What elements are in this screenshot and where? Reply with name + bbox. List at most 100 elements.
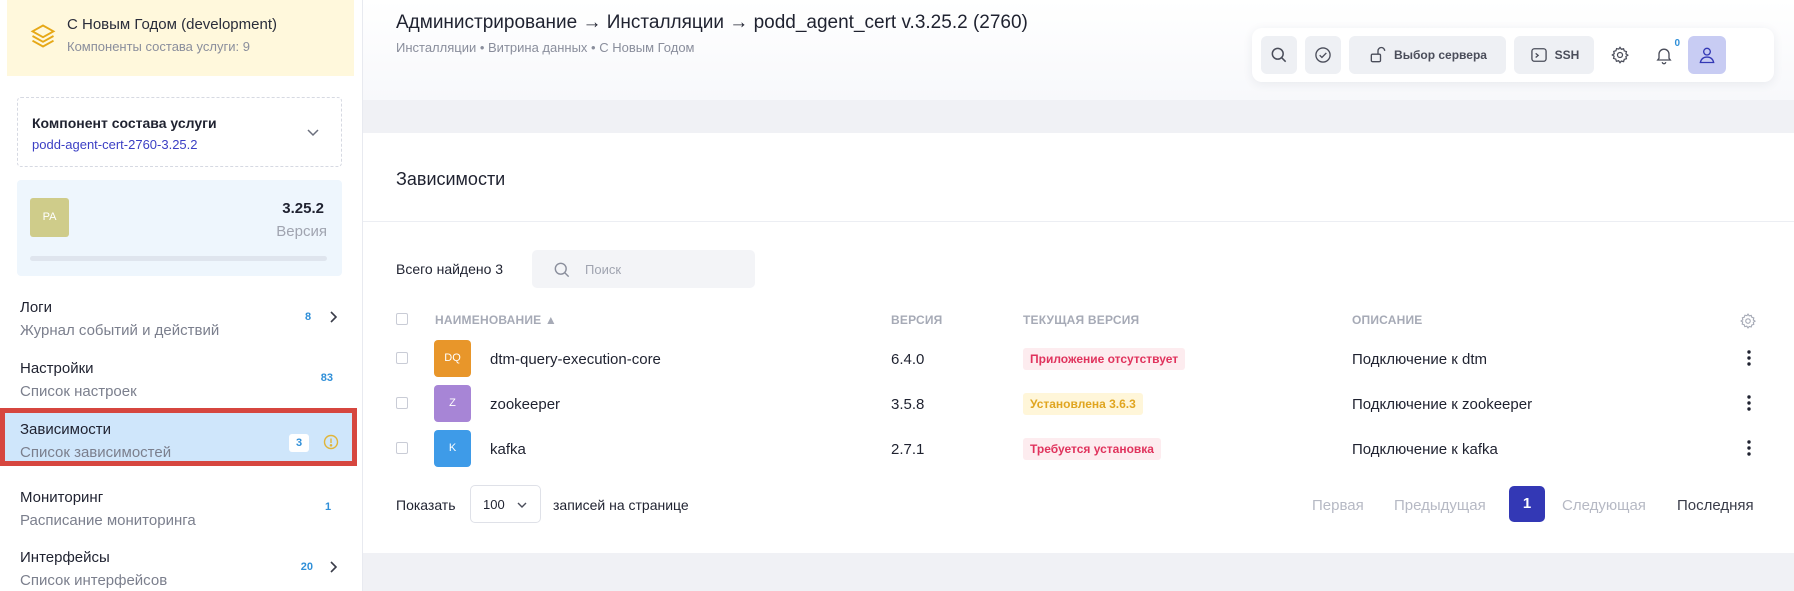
sidebar-item-subtitle: Список зависимостей [20, 444, 172, 461]
table-row[interactable]: K kafka 2.7.1 Требуется установка Подклю… [363, 427, 1794, 471]
count-badge: 3 [289, 434, 309, 452]
component-value: podd-agent-cert-2760-3.25.2 [32, 137, 198, 152]
status-badge: Приложение отсутствует [1023, 348, 1186, 370]
sidebar-item-monitoring[interactable]: Мониторинг Расписание мониторинга 1 [0, 477, 363, 535]
user-avatar-button[interactable] [1688, 36, 1726, 74]
row-avatar: Z [434, 385, 471, 422]
version-number: 3.25.2 [282, 200, 324, 217]
select-all-checkbox[interactable] [396, 313, 408, 325]
row-version: 2.7.1 [891, 441, 925, 458]
notifications-button[interactable]: 0 [1646, 36, 1682, 74]
warning-icon [323, 434, 339, 450]
check-button[interactable] [1305, 36, 1341, 74]
search-icon [554, 262, 570, 278]
row-name[interactable]: kafka [490, 441, 526, 458]
per-page-select[interactable]: 100 [470, 485, 541, 523]
status-badge: Требуется установка [1023, 438, 1161, 460]
sidebar-item-dependencies[interactable]: Зависимости Список зависимостей 3 [0, 408, 357, 466]
component-label: Компонент состава услуги [32, 115, 217, 131]
chevron-down-icon [517, 502, 527, 508]
per-page-suffix: записей на странице [553, 497, 689, 513]
row-name[interactable]: zookeeper [490, 396, 560, 413]
pager-last[interactable]: Последняя [1677, 497, 1754, 514]
server-select-label: Выбор сервера [1394, 48, 1487, 62]
count-badge: 8 [298, 308, 318, 326]
chevron-right-icon [330, 311, 338, 323]
bell-icon [1656, 48, 1672, 65]
more-vertical-icon[interactable] [1746, 439, 1752, 457]
sidebar-item-settings[interactable]: Настройки Список настроек 83 [0, 348, 363, 406]
divider [363, 221, 1794, 222]
per-page-value: 100 [483, 497, 505, 512]
more-vertical-icon[interactable] [1746, 394, 1752, 412]
count-badge: 83 [315, 369, 338, 387]
count-badge: 1 [318, 498, 338, 516]
section-title: Зависимости [396, 169, 506, 189]
sidebar-item-title: Логи [20, 299, 53, 316]
row-description: Подключение к dtm [1352, 351, 1488, 368]
column-header-current-version[interactable]: ТЕКУЩАЯ ВЕРСИЯ [1023, 313, 1139, 327]
ssh-button[interactable]: SSH [1514, 36, 1594, 74]
row-checkbox[interactable] [396, 397, 408, 409]
sidebar-item-interfaces[interactable]: Интерфейсы Список интерфейсов 20 [0, 537, 363, 591]
sidebar-item-subtitle: Список настроек [20, 383, 137, 400]
row-checkbox[interactable] [396, 352, 408, 364]
status-badge: Установлена 3.6.3 [1023, 393, 1143, 415]
search-input[interactable] [585, 250, 745, 288]
column-settings-icon[interactable] [1739, 312, 1757, 330]
ssh-label: SSH [1554, 48, 1580, 62]
chevron-down-icon[interactable] [305, 124, 321, 140]
dependencies-card: Зависимости Всего найдено 3 НАИМЕНОВАНИЕ… [363, 133, 1794, 553]
total-found: Всего найдено 3 [396, 261, 504, 277]
row-version: 3.5.8 [891, 396, 925, 413]
table-row[interactable]: Z zookeeper 3.5.8 Установлена 3.6.3 Подк… [363, 382, 1794, 426]
main-area: Администрирование → Инсталляции → podd_a… [363, 0, 1794, 591]
sidebar-item-title: Зависимости [20, 421, 112, 438]
row-description: Подключение к zookeeper [1352, 396, 1533, 413]
pager-prev[interactable]: Предыдущая [1394, 497, 1486, 514]
sidebar-item-logs[interactable]: Логи Журнал событий и действий 8 [0, 287, 363, 345]
sidebar-item-title: Интерфейсы [20, 549, 110, 566]
pager-current[interactable]: 1 [1509, 486, 1545, 522]
gear-icon [1611, 46, 1629, 64]
breadcrumb: Инсталляции • Витрина данных • С Новым Г… [396, 40, 695, 55]
check-circle-icon [1315, 47, 1331, 63]
row-avatar: K [434, 430, 471, 467]
service-header[interactable]: С Новым Годом (development) Компоненты с… [7, 0, 354, 76]
settings-button[interactable] [1602, 36, 1638, 74]
version-progress [30, 256, 327, 261]
pager-next[interactable]: Следующая [1562, 497, 1646, 514]
column-header-version[interactable]: ВЕРСИЯ [891, 313, 943, 327]
notification-count: 0 [1674, 38, 1680, 49]
row-description: Подключение к kafka [1352, 441, 1498, 458]
sidebar-item-subtitle: Список интерфейсов [20, 572, 168, 589]
search-box [532, 250, 755, 288]
row-checkbox[interactable] [396, 442, 408, 454]
page-header: Администрирование → Инсталляции → podd_a… [363, 0, 1794, 100]
column-header-description[interactable]: ОПИСАНИЕ [1352, 313, 1423, 327]
server-select-button[interactable]: Выбор сервера [1349, 36, 1506, 74]
user-icon [1699, 47, 1715, 64]
sidebar-item-subtitle: Журнал событий и действий [20, 322, 220, 339]
row-name[interactable]: dtm-query-execution-core [490, 351, 661, 368]
row-version: 6.4.0 [891, 351, 925, 368]
service-subtitle: Компоненты состава услуги: 9 [67, 39, 250, 54]
search-button[interactable] [1261, 36, 1297, 74]
page-title: Администрирование → Инсталляции → podd_a… [396, 12, 1028, 33]
service-title: С Новым Годом (development) [67, 16, 277, 33]
component-avatar: PA [30, 198, 69, 237]
row-avatar: DQ [434, 340, 471, 377]
terminal-icon [1530, 48, 1547, 62]
count-badge: 20 [295, 558, 318, 576]
component-selector[interactable]: Компонент состава услуги podd-agent-cert… [17, 97, 342, 167]
sidebar-item-subtitle: Расписание мониторинга [20, 512, 196, 529]
sidebar-item-title: Мониторинг [20, 489, 104, 506]
show-label: Показать [396, 497, 456, 513]
search-icon [1271, 47, 1287, 63]
toolbar: Выбор сервера SSH 0 [1252, 28, 1774, 82]
pager-first[interactable]: Первая [1312, 497, 1364, 514]
chevron-right-icon [330, 561, 338, 573]
table-row[interactable]: DQ dtm-query-execution-core 6.4.0 Прилож… [363, 337, 1794, 381]
column-header-name[interactable]: НАИМЕНОВАНИЕ ▲ [435, 313, 557, 327]
more-vertical-icon[interactable] [1746, 349, 1752, 367]
